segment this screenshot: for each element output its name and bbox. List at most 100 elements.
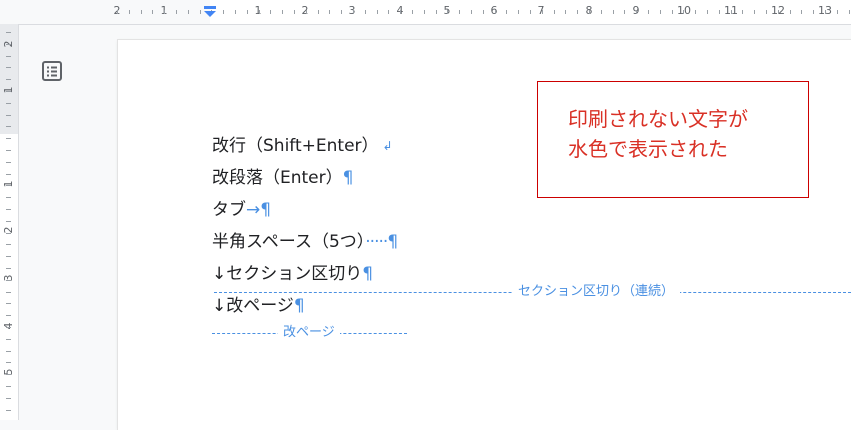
ruler-tick (176, 10, 177, 14)
ruler-tick (424, 10, 425, 14)
ruler-tick (6, 256, 11, 257)
ruler-tick (6, 197, 11, 198)
document-outline-icon[interactable] (41, 60, 63, 82)
ruler-tick (188, 10, 189, 14)
ruler-tick (813, 10, 814, 14)
callout-line: 水色で表示された (568, 137, 728, 161)
text-line[interactable]: 改行（Shift+Enter） ↲ (212, 135, 393, 157)
ruler-tick (766, 10, 767, 14)
ruler-tick (731, 10, 732, 14)
ruler-tick (6, 303, 11, 304)
line-text: タブ (212, 200, 246, 220)
line-text: 改行（Shift+Enter） (212, 136, 379, 156)
ruler-number: 3 (2, 274, 15, 282)
ruler-tick (506, 10, 507, 14)
line-text: 改段落（Enter） (212, 168, 343, 188)
ruler-tick (707, 10, 708, 14)
ruler-number: 2 (2, 226, 15, 234)
ruler-tick (400, 10, 401, 14)
ruler-tick (6, 410, 11, 411)
ruler-tick (6, 174, 11, 175)
ruler-tick (636, 10, 637, 14)
ruler-tick (849, 10, 850, 14)
text-line[interactable]: 改段落（Enter）¶ (212, 167, 353, 189)
ruler-number: 3 (348, 4, 356, 17)
ruler-tick (141, 10, 142, 14)
indent-marker-icon[interactable] (203, 6, 217, 18)
ruler-tick (6, 185, 11, 186)
ruler-tick (365, 10, 366, 14)
ruler-tick (6, 292, 11, 293)
ruler-tick (601, 10, 602, 14)
ruler-tick (412, 10, 413, 14)
ruler-tick (6, 233, 11, 234)
ruler-tick (518, 10, 519, 14)
ruler-tick (223, 10, 224, 14)
ruler-tick (695, 10, 696, 14)
horizontal-ruler[interactable]: 2 1 1 2 3 4 5 6 7 8 9 10 11 12 13 (0, 0, 851, 25)
ruler-tick (6, 126, 11, 127)
ruler-tick (164, 10, 165, 14)
tab-mark: →¶ (246, 200, 272, 220)
ruler-tick (790, 10, 791, 14)
ruler-tick (6, 327, 11, 328)
ruler-tick (6, 103, 11, 104)
text-line[interactable]: ↓セクション区切り¶ (212, 263, 373, 285)
ruler-tick (270, 10, 271, 14)
ruler-number: 2 (301, 4, 309, 17)
line-text: ↓改ページ (212, 296, 294, 316)
ruler-tick (624, 10, 625, 14)
paragraph-mark: ¶ (293, 296, 305, 316)
ruler-tick (6, 362, 11, 363)
section-break-label: セクション区切り（連続） (512, 283, 681, 301)
line-break-mark: ↲ (382, 139, 393, 153)
text-line[interactable]: タブ→¶ (212, 199, 271, 221)
ruler-tick (459, 10, 460, 14)
ruler-tick (318, 10, 319, 14)
ruler-tick (6, 280, 11, 281)
ruler-tick (6, 386, 11, 387)
paragraph-mark: ¶ (362, 264, 374, 284)
ruler-tick (719, 10, 720, 14)
ruler-tick (6, 150, 11, 151)
ruler-tick (554, 10, 555, 14)
ruler-tick (6, 339, 11, 340)
ruler-tick (447, 10, 448, 14)
ruler-tick (6, 268, 11, 269)
line-text: ↓セクション区切り (212, 264, 363, 284)
ruler-tick (542, 10, 543, 14)
text-line[interactable]: ↓改ページ¶ (212, 295, 305, 317)
ruler-number: 5 (2, 368, 15, 376)
ruler-tick (6, 351, 11, 352)
ruler-tick (778, 10, 779, 14)
ruler-tick (589, 10, 590, 14)
ruler-tick (235, 10, 236, 14)
ruler-tick (436, 10, 437, 14)
line-text: 半角スペース（5つ） (212, 232, 366, 252)
vertical-ruler[interactable]: 2 1 1 2 3 4 5 (0, 24, 19, 420)
ruler-tick (6, 115, 11, 116)
ruler-tick (6, 67, 11, 68)
ruler-number: 6 (490, 4, 498, 17)
ruler-tick (837, 10, 838, 14)
text-line[interactable]: 半角スペース（5つ）·····¶ (212, 231, 398, 253)
ruler-tick (200, 10, 201, 14)
ruler-tick (6, 209, 11, 210)
ruler-tick (742, 10, 743, 14)
ruler-tick (377, 10, 378, 14)
ruler-number: 4 (2, 322, 15, 330)
ruler-tick (247, 10, 248, 14)
ruler-tick (329, 10, 330, 14)
ruler-tick (754, 10, 755, 14)
ruler-number: 1 (2, 86, 15, 94)
ruler-tick (6, 315, 11, 316)
paragraph-mark: ¶ (387, 232, 399, 252)
ruler-tick (6, 56, 11, 57)
ruler-number: 1 (254, 4, 262, 17)
ruler-tick (825, 10, 826, 14)
ruler-tick (672, 10, 673, 14)
ruler-tick (577, 10, 578, 14)
ruler-tick (565, 10, 566, 14)
ruler-tick (306, 10, 307, 14)
callout-line: 印刷されない文字が (568, 107, 748, 131)
